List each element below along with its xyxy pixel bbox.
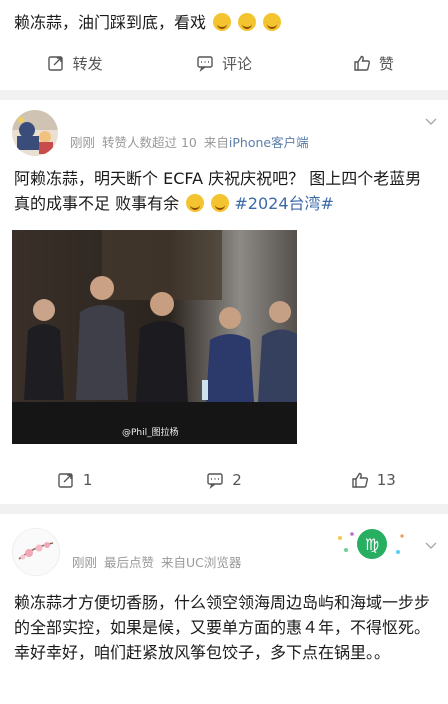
post-time: 刚刚 [72,555,98,570]
svg-text:♍: ♍ [365,535,379,554]
laugh-emoji-icon [263,13,282,31]
like-icon [354,55,370,71]
post-header: 刚刚 转赞人数超过 10 来自iPhone客户端 [0,100,448,158]
comment-button[interactable]: 评论 [149,53,298,74]
chevron-down-icon[interactable] [424,538,438,552]
comment-icon [207,473,223,489]
like-count: 13 [376,471,396,489]
like-button[interactable]: 13 [299,471,448,489]
post-body: 赖冻蒜才方便切香肠，什么领空领海周边岛屿和海域一步步的全部实控，如果是候，又要单… [0,580,448,665]
comment-label: 评论 [221,54,252,73]
repost-button[interactable]: 1 [0,471,149,489]
post-text: 赖冻蒜才方便切香肠，什么领空领海周边岛屿和海域一步步的全部实控，如果是候，又要单… [14,593,431,662]
feed-separator [0,90,448,100]
like-label: 赞 [378,54,394,73]
post-repost-stat: 转赞人数超过 10 [102,135,197,150]
image-watermark: @Phil_图拉杨 [122,428,179,438]
repost-label: 转发 [72,54,103,73]
fear-emoji-icon [186,194,205,212]
top-post-text-row: 赖冻蒜，油门踩到底，看戏 [0,0,448,36]
post-like-stat: 最后点赞 [104,555,155,570]
post-action-bar: 1 2 13 [0,456,448,504]
top-post-action-bar: 转发 评论 赞 [0,36,448,90]
avatar[interactable] [12,528,60,576]
post-source-link[interactable]: iPhone客户端 [229,135,309,150]
post-from-label: 来自 [161,555,187,570]
repost-button[interactable]: 转发 [0,53,149,74]
hashtag-link[interactable]: #2024台湾# [234,194,334,213]
feed-separator [0,504,448,514]
comment-button[interactable]: 2 [149,471,298,489]
laugh-emoji-icon [213,13,232,31]
top-post-card: 赖冻蒜，油门踩到底，看戏 转发 评论 赞 [0,0,448,90]
post-time: 刚刚 [70,135,96,150]
repost-icon [58,473,73,488]
fear-emoji-icon [211,194,230,212]
post-meta: 刚刚 最后点赞 来自UC浏览器 [72,552,241,571]
chevron-down-icon[interactable] [424,114,438,128]
repost-count: 1 [82,471,93,489]
post-source[interactable]: UC浏览器 [186,555,241,570]
post-meta: 刚刚 转赞人数超过 10 来自iPhone客户端 [70,132,309,151]
post-card[interactable]: 刚刚 最后点赞 来自UC浏览器 ♍ 赖冻蒜才方便切香肠，什么领空领海周边岛屿和海… [0,514,448,704]
top-post-text: 赖冻蒜，油门踩到底，看戏 [14,13,207,32]
like-icon [352,472,368,488]
post-card[interactable]: 刚刚 转赞人数超过 10 来自iPhone客户端 阿赖冻蒜，明天断个 ECFA … [0,100,448,504]
comment-count: 2 [232,471,242,489]
virgo-badge-icon: ♍ [338,529,404,559]
post-from-label: 来自 [203,135,229,150]
like-button[interactable]: 赞 [299,53,448,74]
avatar[interactable] [12,110,58,156]
repost-icon [47,56,63,71]
post-body: 阿赖冻蒜，明天断个 ECFA 庆祝庆祝吧？ 图上四个老蓝男真的成事不足 败事有余… [0,158,448,216]
laugh-emoji-icon [238,13,257,31]
post-image[interactable]: @Phil_图拉杨 [12,230,297,444]
comment-icon [197,56,213,72]
